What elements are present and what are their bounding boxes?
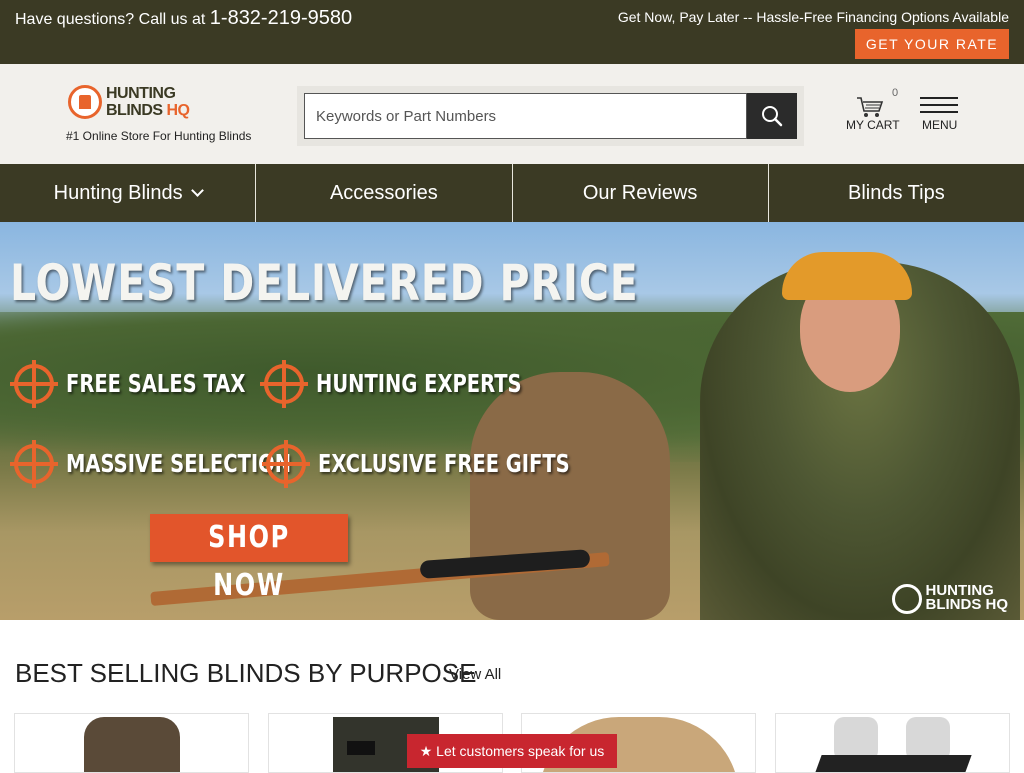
phone-prefix: Have questions? Call us at — [15, 11, 210, 28]
product-card[interactable] — [775, 713, 1010, 773]
product-image — [808, 717, 978, 772]
phone-line: Have questions? Call us at 1-832-219-958… — [15, 7, 352, 30]
crosshair-icon — [10, 360, 58, 408]
hero-title: LOWEST DELIVERED PRICE — [10, 254, 639, 312]
menu-label: MENU — [922, 118, 958, 132]
product-image — [83, 717, 180, 772]
site-logo[interactable]: HUNTING BLINDS HQ — [68, 84, 192, 122]
cart-count: 0 — [892, 87, 899, 99]
nav-item-hunting-blinds[interactable]: Hunting Blinds — [0, 164, 257, 222]
logo-mark-icon — [68, 85, 102, 119]
top-bar: Have questions? Call us at 1-832-219-958… — [0, 0, 1024, 64]
product-card[interactable] — [14, 713, 249, 773]
search-input[interactable] — [304, 93, 747, 139]
search-icon — [762, 106, 783, 127]
site-header: HUNTING BLINDS HQ #1 Online Store For Hu… — [0, 64, 1024, 164]
tagline: #1 Online Store For Hunting Blinds — [66, 129, 252, 143]
cart-label: MY CART — [846, 118, 900, 132]
financing-text[interactable]: Get Now, Pay Later -- Hassle-Free Financ… — [618, 9, 1009, 25]
nav-item-our-reviews[interactable]: Our Reviews — [513, 164, 769, 222]
search-bar — [297, 86, 804, 146]
search-button[interactable] — [747, 93, 797, 139]
hero-banner[interactable]: LOWEST DELIVERED PRICE FREE SALES TAX HU… — [0, 222, 1024, 620]
hero-deer-image — [470, 372, 670, 620]
logo-ring-icon — [891, 584, 922, 614]
nav-item-blinds-tips[interactable]: Blinds Tips — [769, 164, 1024, 222]
customer-reviews-badge[interactable]: ★ Let customers speak for us — [407, 734, 617, 768]
crosshair-icon — [10, 440, 58, 488]
get-your-rate-button[interactable]: GET YOUR RATE — [855, 29, 1009, 59]
main-nav: Hunting Blinds Accessories Our Reviews B… — [0, 164, 1024, 222]
hamburger-icon — [920, 97, 958, 99]
shopping-cart-icon — [857, 97, 884, 117]
cart-button[interactable]: 0 MY CART — [846, 87, 902, 136]
shop-now-button[interactable]: SHOP NOW — [150, 514, 348, 603]
menu-button[interactable]: MENU — [919, 96, 959, 136]
phone-number-link[interactable]: 1-832-219-9580 — [210, 7, 352, 29]
crosshair-icon — [260, 360, 308, 408]
view-all-link[interactable]: View All — [449, 666, 501, 683]
chevron-down-icon — [190, 184, 204, 197]
hero-watermark-logo: HUNTING BLINDS HQ — [891, 583, 1008, 614]
nav-item-accessories[interactable]: Accessories — [256, 164, 513, 222]
logo-text-line2: BLINDS HQ — [106, 102, 190, 119]
crosshair-icon — [262, 440, 310, 488]
logo-text-line1: HUNTING — [106, 85, 176, 102]
best-selling-title: BEST SELLING BLINDS BY PURPOSE — [15, 658, 477, 688]
